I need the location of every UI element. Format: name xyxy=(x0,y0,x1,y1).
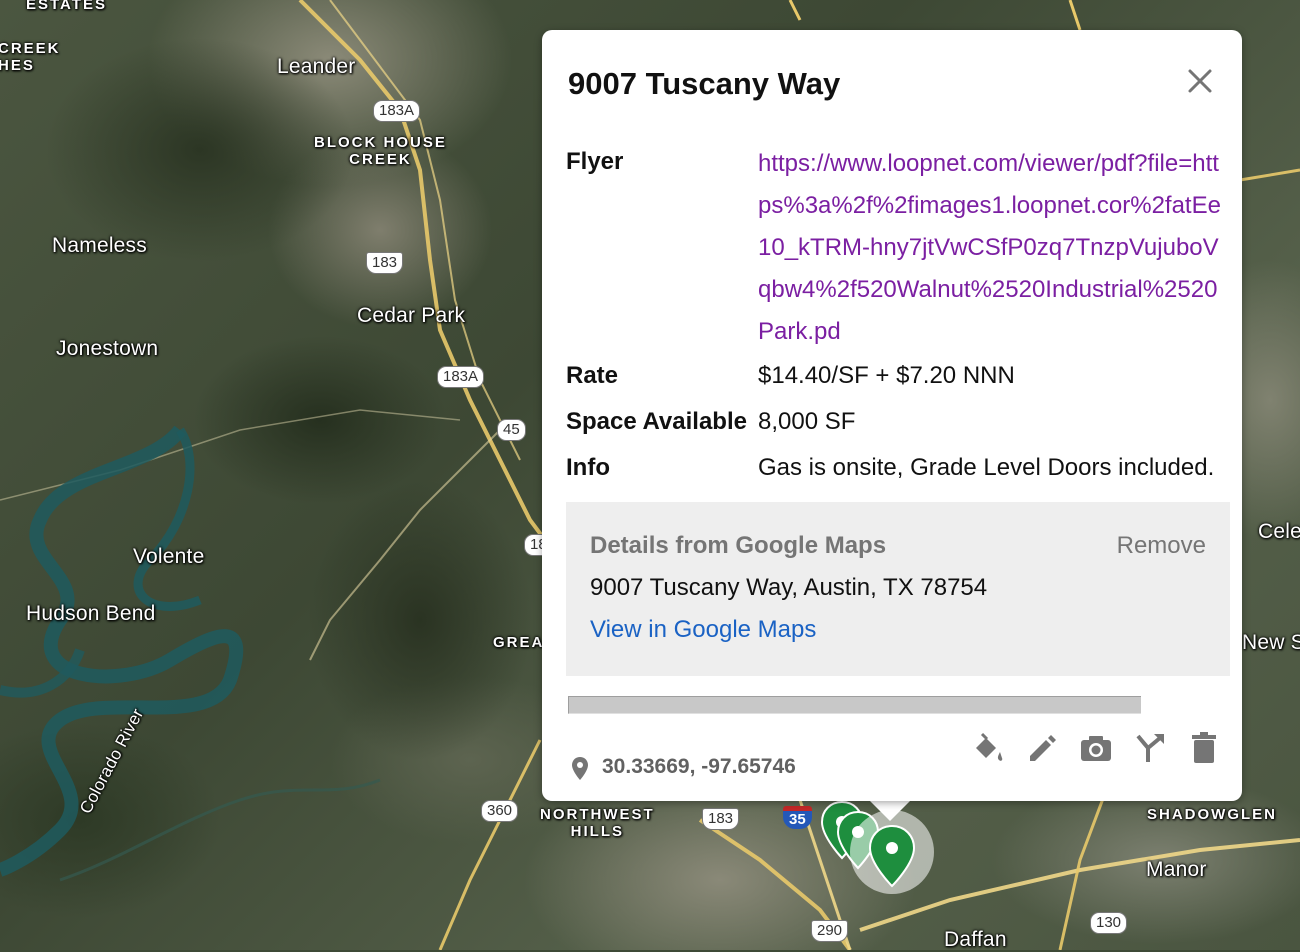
highway-shield-360: 360 xyxy=(481,800,519,822)
view-in-google-maps-link[interactable]: View in Google Maps xyxy=(590,616,816,644)
place-jonestown: Jonestown xyxy=(56,337,159,360)
coordinates-text: 30.33669, -97.65746 xyxy=(602,755,796,778)
place-address: 9007 Tuscany Way, Austin, TX 78754 xyxy=(590,574,988,601)
highway-shield-290: 290 xyxy=(811,920,849,942)
edit-button[interactable] xyxy=(1024,730,1060,766)
delete-button[interactable] xyxy=(1186,730,1222,766)
place-estates: ESTATES xyxy=(26,0,107,13)
highway-shield-183: 183 xyxy=(702,808,740,830)
place-block-house-creek: BLOCK HOUSE CREEK xyxy=(314,134,447,168)
directions-button[interactable] xyxy=(1132,730,1168,766)
place-volente: Volente xyxy=(133,545,205,568)
flyer-link[interactable]: https://www.loopnet.com/viewer/pdf?file=… xyxy=(758,143,1230,353)
camera-icon xyxy=(1081,736,1111,761)
style-button[interactable] xyxy=(970,730,1006,766)
trash-icon xyxy=(1192,732,1216,763)
info-label: Info xyxy=(566,454,610,481)
place-leander: Leander xyxy=(277,55,356,78)
pencil-icon xyxy=(1030,735,1056,761)
place-cele: Cele xyxy=(1258,520,1300,543)
place-new: New S xyxy=(1242,631,1300,654)
highway-shield-183a: 183A xyxy=(437,366,485,388)
add-photo-button[interactable] xyxy=(1078,730,1114,766)
rate-value: $14.40/SF + $7.20 NNN xyxy=(758,362,1015,389)
space-available-label: Space Available xyxy=(566,408,747,435)
interstate-shield-35: 35 xyxy=(783,806,812,829)
paint-bucket-icon xyxy=(976,732,1003,761)
place-cedar-park: Cedar Park xyxy=(357,304,466,327)
close-button[interactable] xyxy=(1182,63,1218,99)
highway-shield-130: 130 xyxy=(1090,912,1128,934)
remove-details-button[interactable]: Remove xyxy=(1117,532,1206,560)
google-maps-details-panel: Details from Google Maps Remove 9007 Tus… xyxy=(566,502,1230,676)
selected-map-marker-pin[interactable] xyxy=(866,824,918,890)
rate-label: Rate xyxy=(566,362,619,389)
space-available-value: 8,000 SF xyxy=(758,408,856,435)
popup-pointer xyxy=(868,799,912,821)
location-pin-icon xyxy=(572,757,588,780)
place-grea: GREA xyxy=(493,634,545,651)
info-value: Gas is onsite, Grade Level Doors include… xyxy=(758,454,1215,481)
highway-shield-183a: 183A xyxy=(373,100,421,122)
place-manor: Manor xyxy=(1146,858,1207,881)
highway-shield-45: 45 xyxy=(497,419,526,441)
place-hudson-bend: Hudson Bend xyxy=(26,602,156,625)
place-creek-hes: CREEK HES xyxy=(0,40,61,74)
directions-icon xyxy=(1136,734,1164,762)
horizontal-scrollbar[interactable] xyxy=(568,696,1141,714)
place-daffan: Daffan xyxy=(944,928,1007,951)
popup-title: 9007 Tuscany Way xyxy=(568,66,841,101)
highway-shield-183: 183 xyxy=(366,252,404,274)
place-nameless: Nameless xyxy=(52,234,147,257)
place-shadowglen: SHADOWGLEN xyxy=(1147,806,1277,823)
feature-info-popup: 9007 Tuscany Way Flyer https://www.loopn… xyxy=(542,30,1242,801)
place-northwest-hills: NORTHWEST HILLS xyxy=(540,806,655,840)
flyer-label: Flyer xyxy=(566,148,624,175)
close-icon xyxy=(1188,69,1212,93)
google-details-heading: Details from Google Maps xyxy=(590,532,887,559)
